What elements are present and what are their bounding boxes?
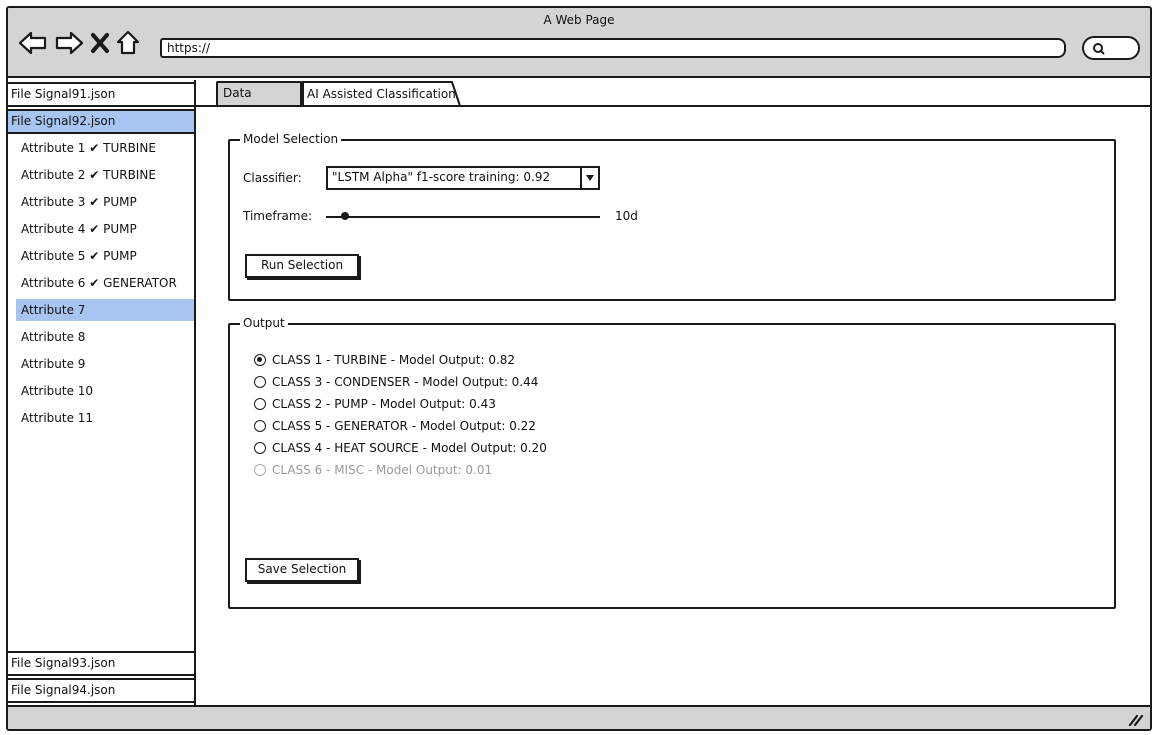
tab-data-profiles[interactable]: Data Profiles (216, 81, 302, 120)
attribute-item-3[interactable]: Attribute 3 ✔ PUMP (16, 191, 194, 213)
chevron-down-icon (580, 168, 598, 188)
attribute-item-11[interactable]: Attribute 11 (16, 407, 194, 429)
resize-handle-icon[interactable] (1128, 714, 1144, 726)
output-option-label: CLASS 3 - CONDENSER - Model Output: 0.44 (272, 375, 539, 389)
home-icon[interactable] (116, 30, 140, 56)
status-bar (8, 705, 1150, 729)
output-legend: Output (240, 316, 288, 330)
nav-controls (18, 28, 140, 58)
output-option-label: CLASS 4 - HEAT SOURCE - Model Output: 0.… (272, 441, 547, 455)
radio-button[interactable] (254, 354, 266, 366)
attribute-item-4[interactable]: Attribute 4 ✔ PUMP (16, 218, 194, 240)
sidebar: File Signal91.json File Signal92.json At… (8, 80, 196, 705)
radio-button[interactable] (254, 398, 266, 410)
radio-button (254, 464, 266, 476)
radio-button[interactable] (254, 376, 266, 388)
attribute-item-5[interactable]: Attribute 5 ✔ PUMP (16, 245, 194, 267)
browser-window: A Web Page https:// File Signal91.json F… (6, 6, 1152, 731)
output-option-label: CLASS 5 - GENERATOR - Model Output: 0.22 (272, 419, 536, 433)
attribute-item-2[interactable]: Attribute 2 ✔ TURBINE (16, 164, 194, 186)
timeframe-slider[interactable] (326, 216, 600, 218)
attribute-item-7[interactable]: Attribute 7 (16, 299, 194, 321)
page-title: A Web Page (543, 13, 615, 27)
output-option-5[interactable]: CLASS 4 - HEAT SOURCE - Model Output: 0.… (254, 438, 547, 458)
timeframe-label: Timeframe: (243, 209, 312, 223)
output-option-6: CLASS 6 - MISC - Model Output: 0.01 (254, 460, 492, 480)
search-icon (1093, 43, 1105, 55)
model-selection-legend: Model Selection (240, 132, 342, 146)
search-button[interactable] (1082, 36, 1140, 60)
timeframe-value: 10d (615, 209, 638, 223)
attribute-item-6[interactable]: Attribute 6 ✔ GENERATOR (16, 272, 194, 294)
output-option-1[interactable]: CLASS 1 - TURBINE - Model Output: 0.82 (254, 350, 515, 370)
tab-panel: Model Selection Classifier: "LSTM Alpha"… (196, 105, 1150, 705)
attribute-item-1[interactable]: Attribute 1 ✔ TURBINE (16, 137, 194, 159)
file-item-signal92[interactable]: File Signal92.json (8, 109, 196, 134)
back-arrow-icon[interactable] (18, 30, 48, 56)
url-input[interactable]: https:// (160, 38, 1066, 58)
file-item-signal91[interactable]: File Signal91.json (8, 82, 196, 107)
output-option-label: CLASS 1 - TURBINE - Model Output: 0.82 (272, 353, 516, 367)
output-option-2[interactable]: CLASS 3 - CONDENSER - Model Output: 0.44 (254, 372, 538, 392)
file-item-signal94[interactable]: File Signal94.json (8, 678, 196, 703)
output-option-4[interactable]: CLASS 5 - GENERATOR - Model Output: 0.22 (254, 416, 536, 436)
output-option-label: CLASS 6 - MISC - Model Output: 0.01 (272, 463, 493, 477)
attribute-item-8[interactable]: Attribute 8 (16, 326, 194, 348)
radio-button[interactable] (254, 442, 266, 454)
attribute-item-10[interactable]: Attribute 10 (16, 380, 194, 402)
model-selection-group: Model Selection Classifier: "LSTM Alpha"… (228, 132, 1116, 301)
classifier-label: Classifier: (243, 171, 302, 185)
browser-toolbar: A Web Page https:// (8, 8, 1150, 78)
save-selection-button[interactable]: Save Selection (245, 558, 359, 582)
attribute-item-9[interactable]: Attribute 9 (16, 353, 194, 375)
output-option-label: CLASS 2 - PUMP - Model Output: 0.43 (272, 397, 496, 411)
output-option-3[interactable]: CLASS 2 - PUMP - Model Output: 0.43 (254, 394, 496, 414)
radio-button[interactable] (254, 420, 266, 432)
classifier-select[interactable]: "LSTM Alpha" f1-score training: 0.92 (326, 166, 600, 190)
classifier-value: "LSTM Alpha" f1-score training: 0.92 (332, 170, 551, 184)
forward-arrow-icon[interactable] (54, 30, 84, 56)
output-group: Output CLASS 1 - TURBINE - Model Output:… (228, 316, 1116, 609)
close-icon[interactable] (90, 32, 110, 54)
run-selection-button[interactable]: Run Selection (245, 254, 359, 278)
timeframe-slider-thumb[interactable] (341, 212, 350, 220)
file-item-signal93[interactable]: File Signal93.json (8, 651, 196, 676)
